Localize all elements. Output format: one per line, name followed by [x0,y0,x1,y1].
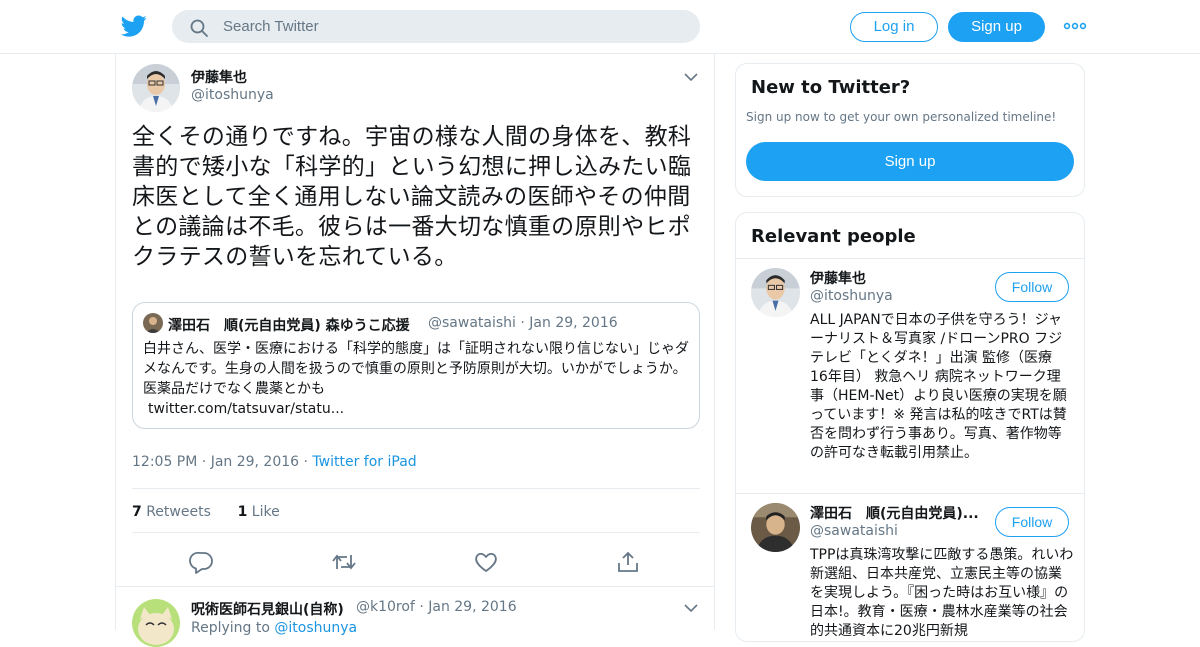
relevant-people-title: Relevant people [751,226,916,247]
quoted-text-block: 白井さん、医学・医療における「科学的態度」は「証明されない限り信じない」じゃダメ… [143,339,693,419]
relevant-people-card: Relevant people 伊藤隼也 @itoshunya Follow A… [735,212,1085,642]
signup-button[interactable]: Sign up [948,12,1045,42]
quoted-tweet[interactable]: 澤田石 順(元自由党員) 森ゆうこ応援 @sawataishi · Jan 29… [132,302,700,429]
person-name[interactable]: 伊藤隼也 [810,268,866,288]
divider [132,532,700,533]
relevant-person: 伊藤隼也 @itoshunya Follow ALL JAPANで日本の子供を守… [736,259,1084,493]
quoted-link[interactable]: twitter.com/tatsuvar/statu... [143,399,693,419]
tweet-date[interactable]: Jan 29, 2016 [211,454,299,470]
replying-prefix: Replying to [191,620,270,636]
search-box[interactable] [172,10,700,43]
tweet-text: 全くその通りですね。宇宙の様な人間の身体を、教科書的で矮小な「科学的」という幻想… [132,124,692,270]
quoted-author-name: 澤田石 順(元自由党員) 森ゆうこ応援 [168,318,410,334]
author-name[interactable]: 伊藤隼也 [191,67,247,87]
search-input[interactable] [223,11,683,42]
quoted-author-handle: @sawataishi [428,315,516,331]
author-avatar[interactable] [132,64,180,112]
reply-tweet[interactable]: 呪術医師石見銀山(自称) @k10rof · Jan 29, 2016 Repl… [116,586,714,647]
sidebar-signup-button[interactable]: Sign up [746,142,1074,181]
tweet-column: 伊藤隼也 @itoshunya 全くその通りですね。宇宙の様な人間の身体を、教科… [115,54,715,647]
likes-label: Like [251,504,280,520]
follow-button[interactable]: Follow [995,507,1069,537]
likes-stat[interactable]: 1 Like [238,504,280,520]
tweet-source-link[interactable]: Twitter for iPad [312,454,416,470]
quoted-date: Jan 29, 2016 [529,315,618,331]
signup-card: New to Twitter? Sign up now to get your … [735,63,1085,197]
retweet-icon[interactable] [331,550,357,574]
share-icon[interactable] [615,550,641,574]
reply-icon[interactable] [189,550,215,574]
person-handle[interactable]: @itoshunya [810,288,893,304]
top-bar: Log in Sign up [0,0,1200,54]
signup-card-title: New to Twitter? [751,77,911,98]
reply-meta: @k10rof · Jan 29, 2016 [356,599,517,615]
reply-author-avatar[interactable] [132,599,180,647]
login-button[interactable]: Log in [850,12,938,42]
person-bio: TPPは真珠湾攻撃に匹敵する愚策。れいわ新選組、日本共産党、立憲民主等の協業を実… [810,547,1074,639]
chevron-down-icon[interactable] [684,72,698,82]
tweet-time[interactable]: 12:05 PM [132,454,197,470]
person-handle[interactable]: @sawataishi [810,523,898,539]
tweet-metadata: 12:05 PM · Jan 29, 2016 · Twitter for iP… [132,454,417,470]
search-icon [190,19,208,37]
reply-author-handle[interactable]: @k10rof [356,599,415,615]
likes-count: 1 [237,504,248,520]
replying-to: Replying to @itoshunya [191,620,357,636]
follow-button[interactable]: Follow [995,272,1069,302]
retweets-label: Retweets [146,504,211,520]
reply-date[interactable]: Jan 29, 2016 [428,599,516,615]
like-icon[interactable] [473,550,499,574]
signup-card-subtitle: Sign up now to get your own personalized… [746,110,1057,124]
retweets-stat[interactable]: 7 Retweets [132,504,211,520]
person-name[interactable]: 澤田石 順(元自由党員)... [810,503,979,523]
divider [132,488,700,489]
quoted-text: 白井さん、医学・医療における「科学的態度」は「証明されない限り信じない」じゃダメ… [143,341,689,397]
quoted-author-avatar [143,313,163,333]
tweet-stats: 7 Retweets 1 Like [132,504,280,520]
person-avatar[interactable] [751,268,800,317]
quoted-meta: @sawataishi · Jan 29, 2016 [428,315,618,331]
reply-author-name[interactable]: 呪術医師石見銀山(自称) [191,599,344,619]
replying-to-link[interactable]: @itoshunya [274,620,357,636]
author-handle[interactable]: @itoshunya [191,87,274,103]
relevant-person: 澤田石 順(元自由党員)... @sawataishi Follow TPPは真… [736,494,1084,641]
person-avatar[interactable] [751,503,800,552]
chevron-down-icon[interactable] [684,603,698,613]
more-options-icon[interactable] [1063,16,1087,36]
twitter-logo-icon[interactable] [120,13,148,39]
person-bio: ALL JAPANで日本の子供を守ろう！ジャーナリスト＆写真家 /ドローンPRO… [810,312,1067,461]
retweets-count: 7 [132,504,142,520]
